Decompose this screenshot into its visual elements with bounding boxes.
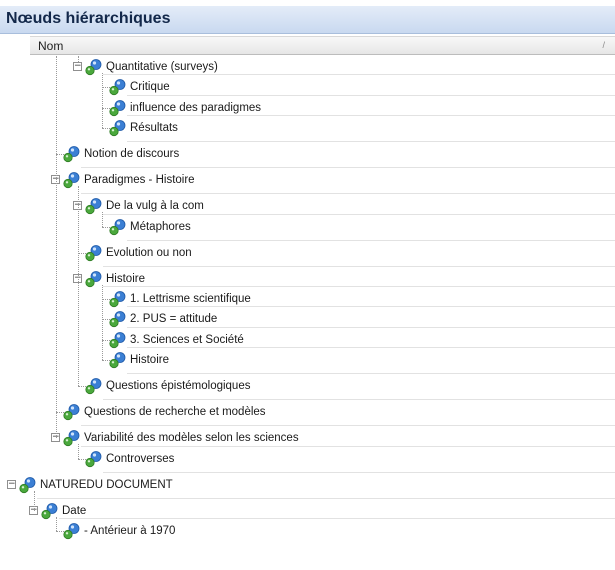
tree-node-row[interactable]: Résultats [0,118,615,138]
sort-indicator-icon: / [602,40,605,50]
node-cluster-icon [85,377,103,395]
tree-node-row[interactable]: Histoire [0,350,615,370]
column-header-label: Nom [38,39,64,53]
tree-node-row[interactable]: − De la vulg à la com [0,196,615,216]
row-separator [103,74,615,75]
node-cluster-icon [63,403,81,421]
row-separator [127,373,615,374]
tree-node-row[interactable]: − Variabilité des modèles selon les scien… [0,428,615,448]
node-cluster-icon [63,145,81,163]
row-separator [81,167,615,168]
tree-node-row[interactable]: − NATUREDU DOCUMENT [0,475,615,495]
collapse-toggle-icon[interactable]: − [7,480,16,489]
node-cluster-icon [109,351,127,369]
tree-guide-line [102,73,103,128]
tree-node-label: NATUREDU DOCUMENT [40,479,173,491]
node-tree: − Quantitative (surveys) Critique influence… [0,56,615,570]
node-cluster-icon [109,78,127,96]
tree-node-label: Controverses [106,453,175,465]
node-cluster-icon [85,450,103,468]
row-separator [59,518,615,519]
tree-node-label: Paradigmes - Histoire [84,174,195,186]
node-cluster-icon [85,270,103,288]
tree-guide-line [34,491,35,511]
tree-node-label: Résultats [130,122,178,134]
tree-node-label: De la vulg à la com [106,200,204,212]
row-separator [127,327,615,328]
tree-node-row[interactable]: - Antérieur à 1970 [0,521,615,541]
row-separator [127,347,615,348]
tree-node-label: Evolution ou non [106,247,192,259]
row-separator [127,141,615,142]
tree-guide-line [102,212,103,227]
row-separator [81,193,615,194]
tree-node-row[interactable]: Controverses [0,449,615,469]
node-cluster-icon [109,331,127,349]
tree-node-row[interactable]: Questions de recherche et modèles [0,402,615,422]
tree-guide-line [56,517,57,531]
tree-node-label: Métaphores [130,221,191,233]
row-separator [103,286,615,287]
row-separator [37,498,615,499]
tree-node-row[interactable]: Métaphores [0,217,615,237]
tree-node-row[interactable]: Notion de discours [0,144,615,164]
node-cluster-icon [109,99,127,117]
tree-node-row[interactable]: Questions épistémologiques [0,376,615,396]
tree-node-label: Questions de recherche et modèles [84,406,266,418]
tree-node-label: Variabilité des modèles selon les scienc… [84,432,299,444]
node-cluster-icon [109,310,127,328]
tree-node-row[interactable]: − Paradigmes - Histoire [0,170,615,190]
tree-node-label: Histoire [130,354,169,366]
panel-title-bar: Nœuds hiérarchiques [0,6,615,34]
tree-node-label: Questions épistémologiques [106,380,251,392]
node-cluster-icon [109,119,127,137]
node-cluster-icon [63,522,81,540]
tree-node-label: - Antérieur à 1970 [84,525,176,537]
column-header-name[interactable]: Nom / [30,36,615,55]
node-cluster-icon [85,58,103,76]
tree-guide-line [78,56,79,62]
tree-guide-line [78,186,79,386]
row-separator [127,95,615,96]
row-separator [81,425,615,426]
tree-node-label: Critique [130,81,170,93]
tree-guide-line [78,444,79,459]
row-separator [81,446,615,447]
row-separator [103,399,615,400]
hierarchical-nodes-panel: Nœuds hiérarchiques Nom / − Quantitative … [0,0,615,570]
tree-node-row[interactable]: Evolution ou non [0,243,615,263]
tree-node-label: Notion de discours [84,148,180,160]
tree-node-row[interactable]: Critique [0,77,615,97]
tree-guide-line [102,285,103,360]
row-separator [103,214,615,215]
node-cluster-icon [109,290,127,308]
row-separator [127,240,615,241]
panel-title: Nœuds hiérarchiques [6,10,171,27]
node-cluster-icon [85,244,103,262]
row-separator [103,472,615,473]
row-separator [103,266,615,267]
tree-guide-line [56,56,57,438]
row-separator [127,115,615,116]
tree-node-label: 2. PUS = attitude [130,313,218,325]
row-separator [127,306,615,307]
node-cluster-icon [109,218,127,236]
tree-node-row[interactable]: 2. PUS = attitude [0,309,615,329]
node-cluster-icon [85,197,103,215]
collapse-toggle-icon[interactable]: − [73,62,82,71]
